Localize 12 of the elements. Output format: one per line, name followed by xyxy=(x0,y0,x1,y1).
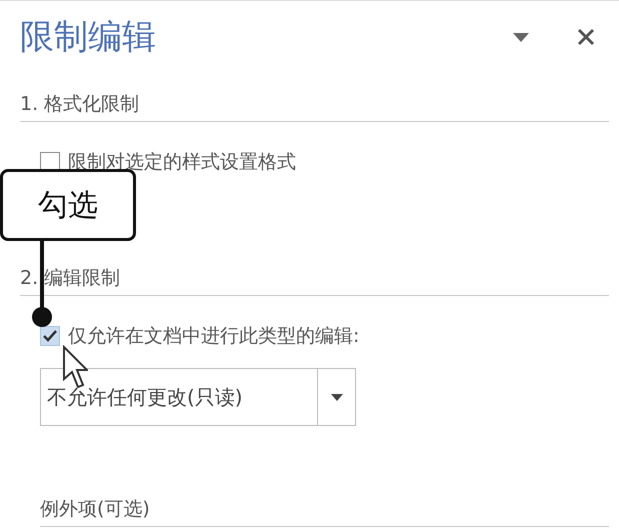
checkbox-label: 仅允许在文档中进行此类型的编辑: xyxy=(68,324,360,348)
callout: 勾选 xyxy=(0,169,136,241)
section-heading: 2. 编辑限制 xyxy=(20,267,120,289)
checkbox[interactable] xyxy=(40,326,60,346)
section-heading: 1. 格式化限制 xyxy=(20,93,140,115)
pane-title: 限制编辑 xyxy=(20,16,157,59)
cursor-icon xyxy=(63,345,88,388)
close-icon[interactable] xyxy=(577,28,595,46)
section-heading: 例外项(可选) xyxy=(40,498,150,520)
caret-icon xyxy=(330,394,342,400)
dropdown-arrow-icon[interactable] xyxy=(513,32,529,42)
checkmark-icon xyxy=(43,330,57,342)
